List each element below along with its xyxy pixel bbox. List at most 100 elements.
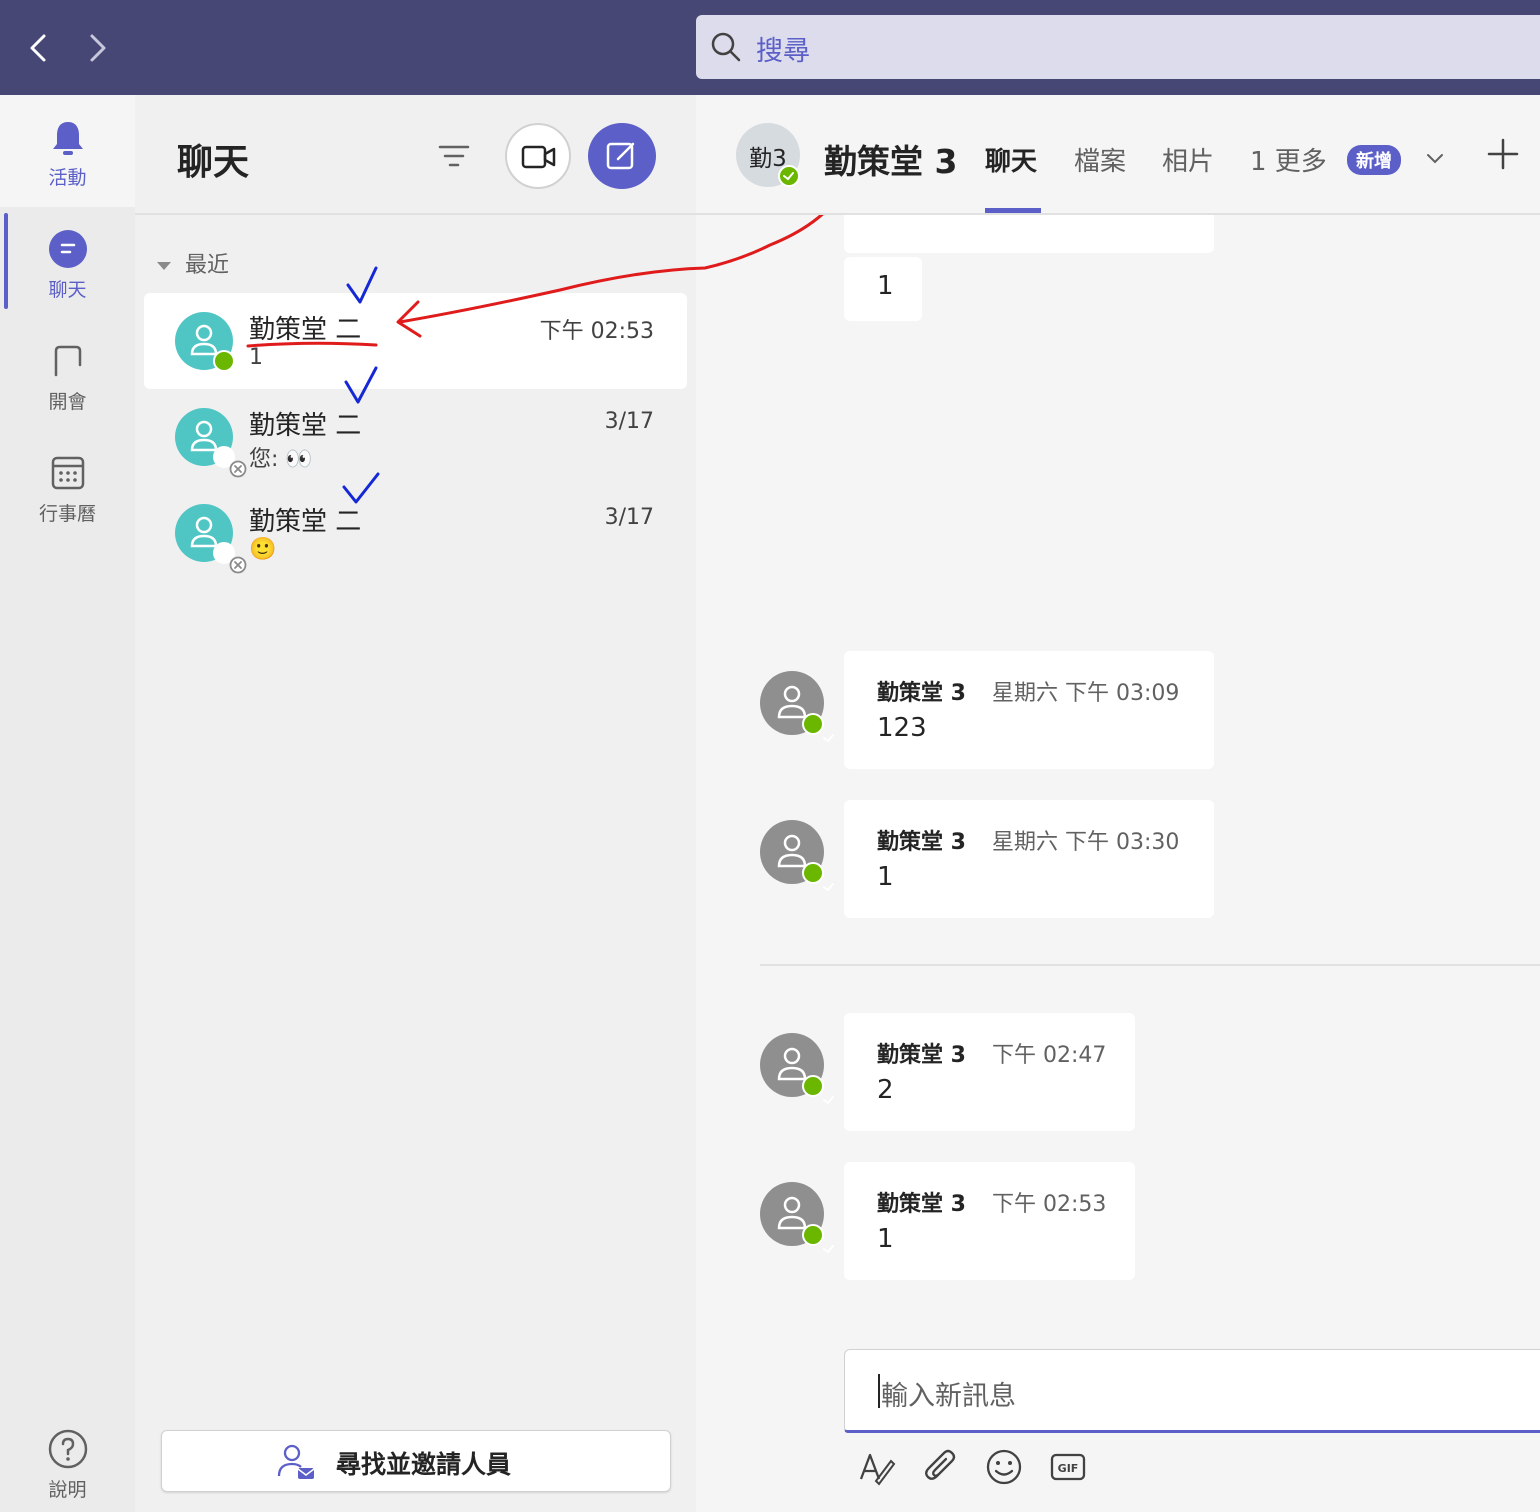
chat-icon [48, 230, 87, 268]
back-button[interactable] [20, 28, 60, 68]
message-sender: 勤策堂 3 [877, 681, 966, 706]
collapse-triangle-icon [157, 262, 171, 270]
filter-icon[interactable] [435, 137, 473, 175]
chat-list-pane: 聊天 最近 勤策堂 二 1 下午 02:53 勤策堂 二 您: 👀 3/17 勤… [135, 95, 696, 1512]
person-icon [190, 516, 218, 548]
format-icon[interactable] [856, 1447, 896, 1487]
bell-icon [52, 122, 83, 155]
message-time: 星期六 下午 03:30 [992, 830, 1180, 855]
chat-preview: 🙂 [249, 537, 277, 562]
rail-label-chat: 聊天 [48, 279, 87, 301]
conversation-title[interactable]: 勤策堂 3 [824, 135, 957, 183]
message-text: 2 [877, 1075, 894, 1105]
presence-offline-icon [213, 446, 247, 478]
rail-item-meet[interactable]: 開會 [0, 323, 135, 423]
person-icon [777, 1047, 807, 1081]
message-bubble: 勤策堂 3 星期六 下午 03:09 123 [844, 651, 1214, 769]
forward-button[interactable] [78, 28, 118, 68]
chat-list-item[interactable]: 勤策堂 二 1 下午 02:53 [144, 293, 687, 389]
invite-person-icon [277, 1444, 315, 1479]
tab-more[interactable]: 1 更多 [1250, 141, 1327, 178]
attach-icon[interactable] [920, 1447, 960, 1487]
message-sender: 勤策堂 3 [877, 830, 966, 855]
chat-list-item[interactable]: 勤策堂 二 您: 👀 3/17 [144, 389, 687, 485]
help-icon [48, 1429, 87, 1469]
message-bubble: 勤策堂 3 下午 02:47 2 [844, 1013, 1135, 1131]
emoji-icon[interactable] [984, 1447, 1024, 1487]
conversation-pane: 勤3 勤策堂 3 聊天 檔案 相片 1 更多 新增 1 勤策堂 3 星期六 下午… [696, 95, 1540, 1512]
person-icon [190, 324, 218, 356]
presence-available-icon [802, 862, 834, 892]
chat-preview: 1 [249, 345, 263, 370]
chat-list-item[interactable]: 勤策堂 二 🙂 3/17 [144, 485, 687, 581]
rail-item-help[interactable]: 說明 [0, 1425, 135, 1512]
avatar[interactable]: 勤3 [736, 123, 800, 187]
rail-label-activity: 活動 [48, 167, 87, 189]
message-time: 下午 02:53 [992, 1192, 1107, 1217]
chat-name: 勤策堂 二 [249, 411, 362, 441]
avatar [175, 408, 247, 478]
calendar-icon [51, 456, 84, 490]
presence-available-icon [778, 165, 800, 187]
rail-label-help: 說明 [48, 1479, 87, 1501]
invite-people-button[interactable]: 尋找並邀請人員 [161, 1430, 671, 1492]
rail-label-meet: 開會 [48, 391, 87, 413]
invite-label: 尋找並邀請人員 [336, 1450, 512, 1479]
rail-label-calendar: 行事曆 [38, 503, 96, 525]
gif-icon[interactable]: GIF [1048, 1447, 1088, 1487]
message-text: 1 [877, 862, 894, 892]
message-sender: 勤策堂 3 [877, 1043, 966, 1068]
rail-item-activity[interactable]: 活動 [0, 95, 135, 207]
message-time: 下午 02:47 [992, 1043, 1107, 1068]
tab-chat[interactable]: 聊天 [985, 141, 1037, 178]
text-caret [878, 1374, 880, 1408]
avatar [175, 504, 247, 574]
meeting-icon [54, 345, 81, 377]
avatar[interactable] [760, 820, 834, 892]
person-icon [777, 685, 807, 719]
chat-time: 3/17 [604, 409, 654, 434]
person-icon [777, 834, 807, 868]
message-text: 123 [877, 713, 927, 743]
new-badge: 新增 [1347, 145, 1401, 175]
person-icon [777, 1196, 807, 1230]
date-divider [760, 964, 1540, 966]
message-compose-input[interactable]: 輸入新訊息 [844, 1349, 1540, 1433]
recent-section-header[interactable]: 最近 [157, 247, 229, 279]
avatar[interactable] [760, 1033, 834, 1105]
tab-photos[interactable]: 相片 [1162, 141, 1214, 178]
message-time: 星期六 下午 03:09 [992, 681, 1180, 706]
conversation-header: 勤3 勤策堂 3 聊天 檔案 相片 1 更多 新增 [696, 95, 1540, 215]
search-box[interactable]: 搜尋 [696, 15, 1540, 79]
chat-preview: 您: 👀 [249, 447, 313, 472]
rail-item-calendar[interactable]: 行事曆 [0, 435, 135, 535]
chat-list-header: 聊天 [135, 95, 696, 215]
person-icon [190, 420, 218, 452]
chevron-down-icon[interactable] [1424, 147, 1446, 169]
chat-list-title: 聊天 [177, 142, 250, 183]
app-rail: 活動 聊天 開會 行事曆 說明 [0, 95, 135, 1512]
presence-available-icon [802, 1224, 834, 1254]
message-bubble: 勤策堂 3 星期六 下午 03:30 1 [844, 800, 1214, 918]
chevron-left-icon [30, 34, 46, 62]
avatar[interactable] [760, 671, 834, 743]
chat-time: 3/17 [604, 505, 654, 530]
chat-name: 勤策堂 二 [249, 315, 362, 345]
chat-time: 下午 02:53 [539, 319, 654, 344]
title-bar: 搜尋 [0, 0, 1540, 95]
svg-text:GIF: GIF [1058, 1462, 1079, 1475]
tab-files[interactable]: 檔案 [1074, 141, 1126, 178]
message-sender: 勤策堂 3 [877, 1192, 966, 1217]
chat-name: 勤策堂 二 [249, 507, 362, 537]
active-tab-indicator [985, 208, 1041, 213]
new-chat-button[interactable] [588, 123, 656, 189]
add-tab-icon[interactable] [1486, 137, 1520, 171]
recent-label: 最近 [185, 253, 230, 278]
chevron-right-icon [90, 34, 106, 62]
video-camera-icon [521, 145, 556, 169]
presence-available-icon [802, 713, 834, 743]
rail-item-chat[interactable]: 聊天 [0, 211, 135, 311]
avatar[interactable] [760, 1182, 834, 1254]
presence-available-icon [213, 350, 243, 378]
meet-now-button[interactable] [505, 123, 571, 189]
